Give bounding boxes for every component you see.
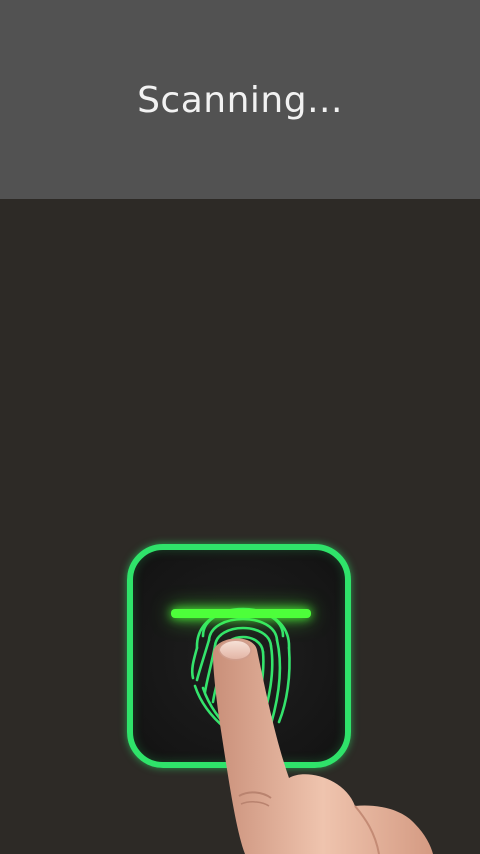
status-header: Scanning... (0, 0, 480, 199)
fingerprint-scanner-pad[interactable] (127, 544, 351, 768)
scan-line (171, 609, 311, 618)
status-title: Scanning... (137, 80, 343, 121)
fingerprint-icon (190, 607, 291, 734)
app-screen: Scanning... (0, 0, 480, 854)
